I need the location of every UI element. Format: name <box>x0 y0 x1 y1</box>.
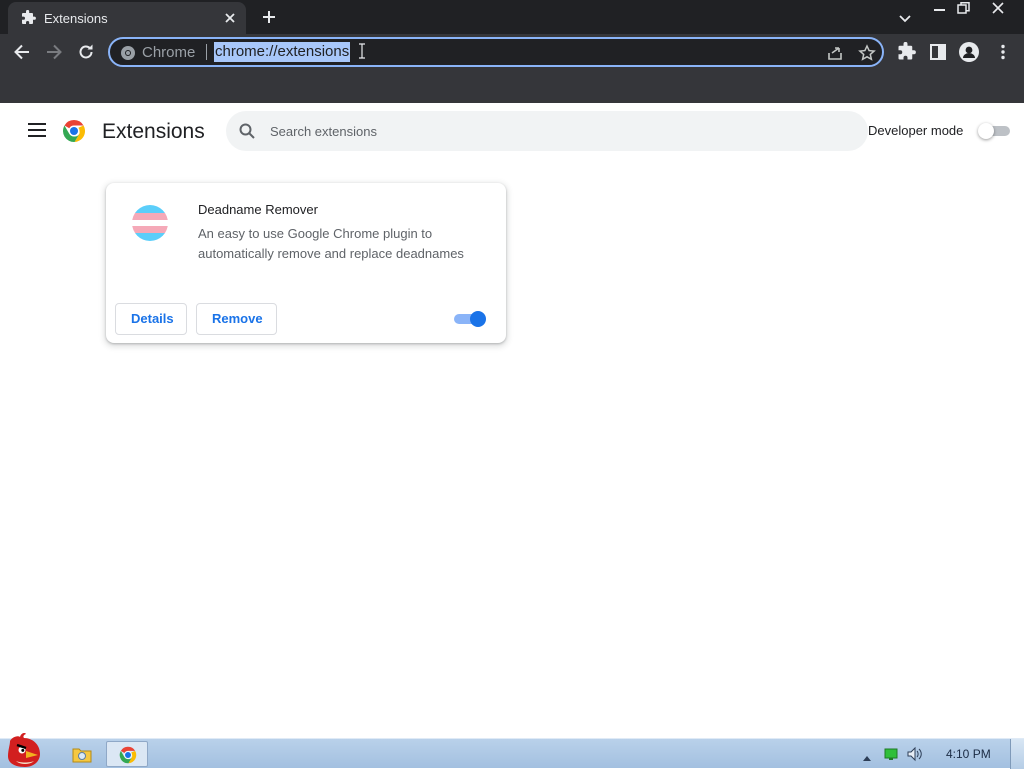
search-input[interactable] <box>270 111 850 151</box>
tab-search-chevron-icon[interactable] <box>897 10 913 26</box>
show-desktop-button[interactable] <box>1010 739 1024 769</box>
chrome-site-icon <box>120 45 136 61</box>
url-text[interactable]: chrome://extensions <box>214 42 351 62</box>
page-title: Extensions <box>102 120 205 143</box>
taskbar-chrome-button[interactable] <box>106 741 148 767</box>
tab-strip: Extensions <box>0 0 1024 34</box>
close-window-icon[interactable] <box>987 0 1009 18</box>
chrome-taskbar-icon <box>119 746 137 764</box>
back-arrow-icon[interactable] <box>12 42 32 62</box>
site-chip-label: Chrome <box>142 44 196 61</box>
taskbar-clock[interactable]: 4:10 PM <box>946 747 991 761</box>
angry-bird-start-icon[interactable] <box>2 731 50 769</box>
reload-icon[interactable] <box>76 42 96 62</box>
extension-toggle-knob <box>470 311 486 327</box>
network-icon[interactable] <box>884 747 898 761</box>
search-box[interactable] <box>226 111 868 151</box>
tab-extensions[interactable]: Extensions <box>8 2 246 34</box>
volume-icon[interactable] <box>906 746 924 762</box>
omnibox-divider <box>206 44 207 60</box>
folder-explorer-icon[interactable] <box>72 745 92 763</box>
new-tab-icon[interactable] <box>260 8 278 26</box>
close-tab-icon[interactable] <box>222 10 238 26</box>
profile-avatar-icon[interactable] <box>959 42 979 62</box>
toolbar-spacer <box>0 70 1024 103</box>
kebab-menu-icon[interactable] <box>993 42 1013 62</box>
extension-description: An easy to use Google Chrome plugin to a… <box>198 226 464 261</box>
puzzle-icon <box>20 9 36 26</box>
text-cursor-icon <box>358 42 366 60</box>
bookmark-star-icon[interactable] <box>858 44 876 62</box>
details-button[interactable]: Details <box>115 303 187 335</box>
hamburger-menu-icon[interactable] <box>28 123 46 137</box>
developer-mode-toggle[interactable] <box>978 123 1010 139</box>
forward-arrow-icon[interactable] <box>44 42 64 62</box>
developer-mode-knob <box>978 123 994 139</box>
tab-title: Extensions <box>44 11 108 26</box>
trans-flag-icon <box>132 205 168 241</box>
taskbar: 4:10 PM <box>0 733 1024 769</box>
page-header: Extensions Developer mode <box>0 103 1024 159</box>
search-icon <box>238 122 256 140</box>
remove-button[interactable]: Remove <box>196 303 277 335</box>
developer-mode-label: Developer mode <box>868 123 964 138</box>
minimize-icon[interactable] <box>929 0 951 18</box>
extensions-page: Extensions Developer mode Deadname Remov… <box>0 103 1024 738</box>
address-bar[interactable]: Chrome chrome://extensions <box>108 37 884 67</box>
extension-card: Deadname Remover An easy to use Google C… <box>106 183 506 343</box>
tray-overflow-arrow-icon[interactable] <box>862 749 872 761</box>
browser-toolbar: Chrome chrome://extensions <box>0 34 1024 70</box>
extension-name: Deadname Remover <box>198 202 318 217</box>
restore-icon[interactable] <box>953 0 975 18</box>
chrome-logo-icon <box>62 119 86 143</box>
side-panel-icon[interactable] <box>928 42 948 62</box>
extension-enabled-toggle[interactable] <box>454 311 488 327</box>
extensions-puzzle-icon[interactable] <box>896 41 916 62</box>
share-icon[interactable] <box>826 44 844 62</box>
